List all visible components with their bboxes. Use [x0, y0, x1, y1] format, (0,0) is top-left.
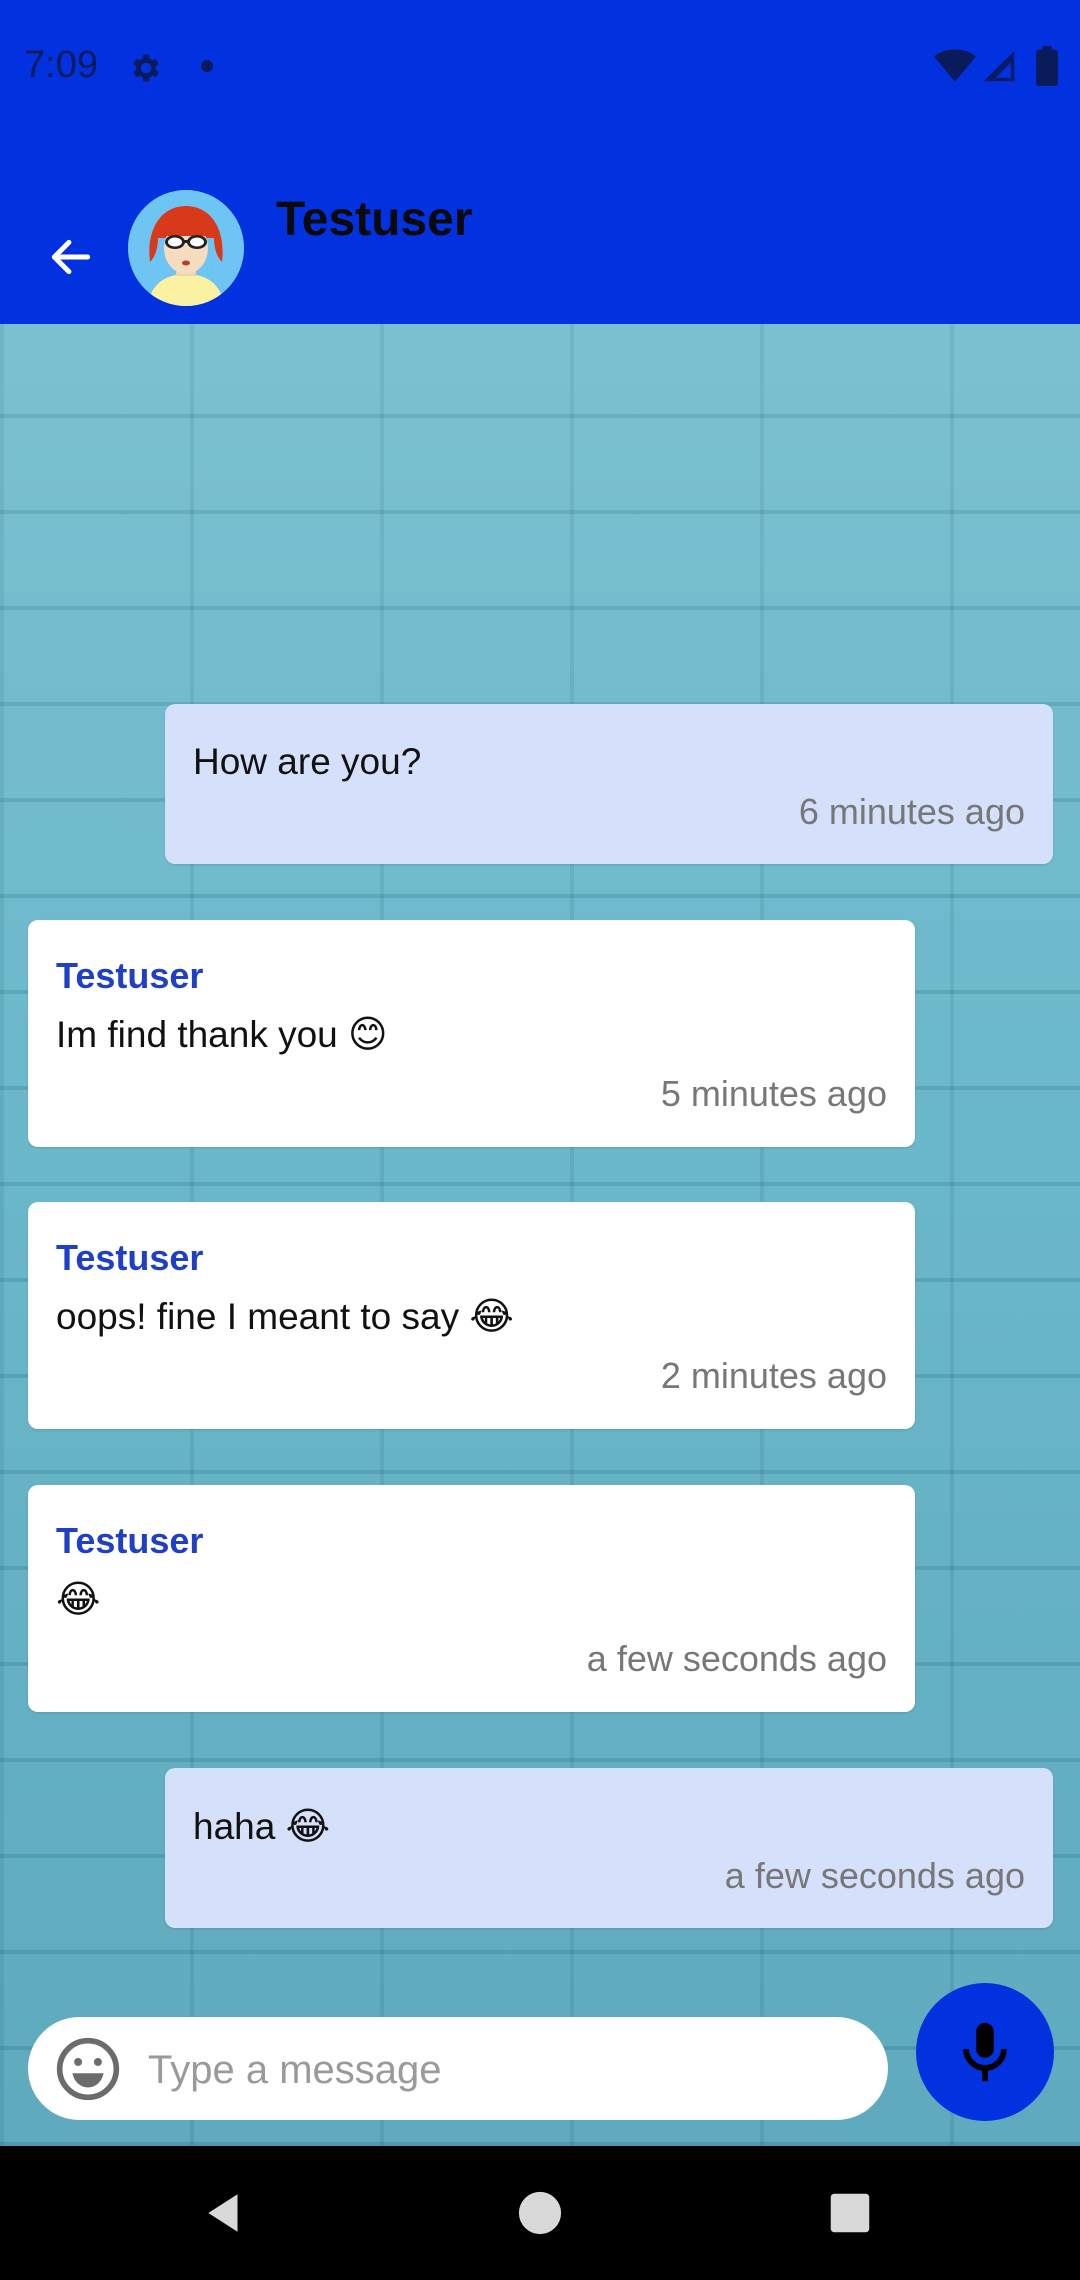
top-bar: 7:09 Testuser	[0, 0, 1080, 324]
message-input[interactable]	[146, 2031, 850, 2109]
message-composer	[28, 2017, 888, 2120]
avatar[interactable]	[128, 190, 244, 306]
message-timestamp: a few seconds ago	[724, 1855, 1025, 1896]
message-timestamp: 2 minutes ago	[660, 1355, 887, 1396]
smiling-face-emoji: 😊	[348, 1012, 388, 1056]
gear-icon	[133, 54, 159, 82]
back-button[interactable]	[28, 214, 114, 300]
nav-recents-button[interactable]	[817, 2180, 883, 2246]
nav-back-icon	[208, 2194, 238, 2232]
message-text: Im find thank you 😊	[56, 1012, 388, 1056]
tears-of-joy-emoji: 😂	[285, 1804, 330, 1848]
system-nav-bar	[0, 2146, 1080, 2280]
message-text: haha 😂	[193, 1804, 330, 1848]
chat-background[interactable]: How are you? 6 minutes ago Testuser Im f…	[0, 324, 1080, 2146]
microphone-icon	[963, 2022, 1007, 2082]
message-text: oops! fine I meant to say 😂	[56, 1294, 514, 1338]
app-bar: Testuser	[0, 134, 1080, 324]
battery-icon	[1036, 46, 1058, 86]
sender-name: Testuser	[56, 955, 204, 996]
sender-name: Testuser	[56, 1520, 204, 1561]
tears-of-joy-emoji: 😂	[469, 1294, 514, 1338]
smiley-icon	[56, 2037, 120, 2101]
notification-dot-icon	[201, 60, 213, 72]
message-bubble-outgoing[interactable]: haha 😂 a few seconds ago	[165, 1768, 1053, 1928]
wifi-icon	[934, 49, 976, 82]
message-bubble-incoming[interactable]: Testuser Im find thank you 😊 5 minutes a…	[28, 920, 915, 1147]
tears-of-joy-emoji: 😂	[56, 1577, 101, 1621]
message-bubble-incoming[interactable]: Testuser 😂 a few seconds ago	[28, 1485, 915, 1712]
message-timestamp: 6 minutes ago	[798, 791, 1025, 832]
message-text: How are you?	[193, 741, 422, 782]
message-timestamp: 5 minutes ago	[660, 1073, 887, 1114]
nav-home-button[interactable]	[507, 2180, 573, 2246]
sender-name: Testuser	[56, 1237, 204, 1278]
user-avatar	[128, 190, 244, 306]
message-bubble-incoming[interactable]: Testuser oops! fine I meant to say 😂 2 m…	[28, 1202, 915, 1429]
status-time: 7:09	[24, 44, 98, 86]
nav-back-button[interactable]	[192, 2180, 258, 2246]
nav-recents-icon	[830, 2193, 870, 2233]
message-timestamp: a few seconds ago	[586, 1638, 887, 1679]
arrow-left-icon	[51, 239, 91, 275]
message-bubble-outgoing[interactable]: How are you? 6 minutes ago	[165, 704, 1053, 864]
contact-name[interactable]: Testuser	[276, 192, 473, 247]
microphone-button[interactable]	[916, 1983, 1054, 2121]
message-text: 😂	[56, 1575, 887, 1624]
nav-home-icon	[518, 2191, 562, 2235]
status-bar: 7:09	[0, 0, 1080, 134]
emoji-button[interactable]	[54, 2035, 122, 2103]
signal-icon	[983, 50, 1015, 82]
